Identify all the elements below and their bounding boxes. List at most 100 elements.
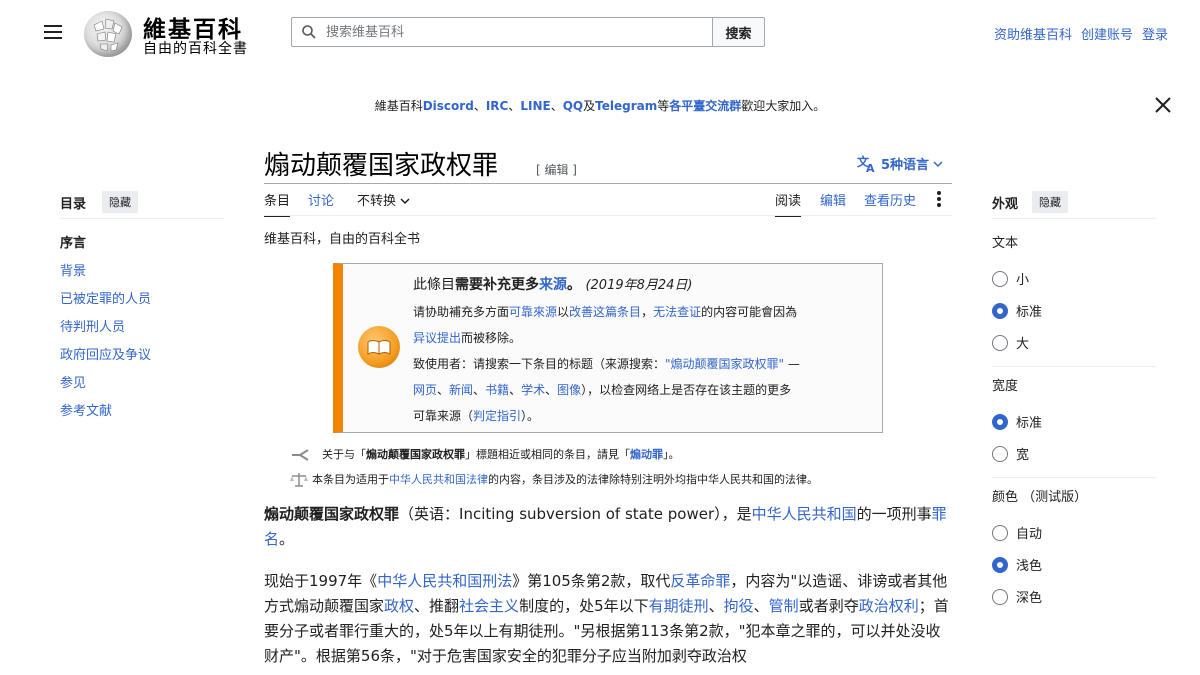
hatnote-text: 的内容，条目涉及的法律除特别注明外均指中华人民共和国的法律。 (488, 473, 818, 486)
hatnote-text: 」標題相近或相同的条目，請見「 (465, 448, 630, 461)
variant-dropdown[interactable]: 不转换 (357, 190, 410, 215)
edit-section-link[interactable]: [ 编辑 ] (536, 161, 577, 178)
notice-sep: 、 (508, 99, 521, 113)
toc-item[interactable]: 已被定罪的人员 (60, 288, 151, 316)
fixed-term-link[interactable]: 有期徒刑 (649, 597, 709, 615)
chevron-down-icon (933, 160, 943, 167)
main-menu-button[interactable] (44, 25, 62, 41)
qq-link[interactable]: QQ (563, 99, 583, 113)
radio[interactable] (992, 334, 1008, 351)
search-title-link[interactable]: "煽动颠覆国家政权罪" (665, 357, 784, 371)
background-paragraph: 现始于1997年《中华人民共和国刑法》第105条第2款，取代反革命罪，内容为"以… (264, 569, 952, 669)
notice-text: 維基百科 (374, 99, 423, 113)
line-link[interactable]: LINE (520, 99, 550, 113)
lead-paragraph: 煽动颠覆国家政权罪（英语：Inciting subversion of stat… (264, 502, 952, 552)
para-text: 或者剥夺 (798, 597, 859, 615)
search-web-link[interactable]: 网页 (413, 383, 437, 397)
width-wide[interactable]: 宽 (992, 444, 1029, 463)
toc-item[interactable]: 背景 (60, 260, 151, 288)
tab-read[interactable]: 阅读 (775, 190, 802, 217)
text-size-large[interactable]: 大 (992, 333, 1029, 352)
toc-item[interactable]: 参考文献 (60, 400, 151, 428)
notice-text: 及 (583, 99, 596, 113)
ambox-sep: 、 (437, 383, 450, 397)
ambox-text: 。 (567, 277, 581, 293)
radio[interactable] (992, 445, 1008, 462)
ambox-sep: 、 (473, 383, 486, 397)
detention-link[interactable]: 拘役 (724, 597, 754, 615)
notice-text: 等 (657, 99, 670, 113)
text-size-standard[interactable]: 标准 (992, 301, 1042, 320)
discord-link[interactable]: Discord (423, 99, 474, 113)
language-button[interactable]: 文 A 5种语言 (857, 154, 943, 173)
challenge-link[interactable]: 异议提出 (413, 331, 461, 345)
login-link[interactable]: 登录 (1142, 24, 1168, 43)
political-rights-link[interactable]: 政治权利 (859, 597, 919, 615)
control-link[interactable]: 管制 (769, 597, 799, 615)
ambox-text: — (784, 357, 800, 371)
irc-link[interactable]: IRC (486, 99, 509, 113)
color-light[interactable]: 浅色 (992, 555, 1042, 574)
lead-text: 的一项刑事 (856, 505, 932, 523)
close-icon[interactable] (1154, 96, 1172, 114)
tab-talk[interactable]: 讨论 (308, 190, 334, 215)
lead-text: （英语：Inciting subversion of state power），… (399, 505, 752, 523)
toc-item-intro[interactable]: 序言 (60, 232, 151, 260)
search-button[interactable]: 搜索 (713, 17, 765, 47)
radio-selected[interactable] (992, 556, 1008, 573)
incitement-link[interactable]: 煽动罪 (630, 448, 663, 461)
ambox-text: 可靠来源（ (413, 409, 474, 423)
radio[interactable] (992, 270, 1008, 287)
search-input[interactable] (324, 23, 688, 41)
lead-text: 。 (279, 530, 295, 548)
search-scholar-link[interactable]: 学术 (521, 383, 545, 397)
search-books-link[interactable]: 书籍 (485, 383, 509, 397)
radio-selected[interactable] (992, 413, 1008, 430)
color-auto[interactable]: 自动 (992, 523, 1042, 542)
regime-link[interactable]: 政权 (384, 597, 414, 615)
appearance-hide-button[interactable]: 隐藏 (1032, 191, 1068, 213)
toc-heading: 目录 (60, 197, 87, 212)
color-dark[interactable]: 深色 (992, 587, 1042, 606)
search-field[interactable] (291, 17, 713, 47)
ambox-sep: 、 (509, 383, 522, 397)
chevron-down-icon (400, 198, 410, 205)
platforms-link[interactable]: 各平臺交流群 (669, 99, 741, 113)
reliable-sources-link[interactable]: 可靠來源 (509, 305, 557, 319)
guideline-link[interactable]: 判定指引 (473, 409, 521, 423)
toc-item[interactable]: 参见 (60, 372, 151, 400)
para-text: 、推翻 (414, 597, 460, 615)
refimprove-box: 此條目需要补充更多来源。 (2019年8月24日) 请协助補充多方面可靠來源以改… (333, 263, 883, 433)
tab-article[interactable]: 条目 (264, 190, 291, 217)
ambox-text: ），以检查网络上是否存在该主题的更多 (581, 383, 792, 397)
sources-link[interactable]: 来源 (539, 277, 567, 293)
toc-item[interactable]: 待判刑人员 (60, 316, 151, 344)
criminal-law-link[interactable]: 中华人民共和国刑法 (377, 572, 512, 590)
donate-link[interactable]: 资助维基百科 (994, 24, 1072, 43)
hatnote-similar: 关于与「煽动颠覆国家政权罪」標題相近或相同的条目，請見「煽动罪」。 (290, 446, 680, 462)
search-news-link[interactable]: 新闻 (449, 383, 473, 397)
radio[interactable] (992, 588, 1008, 605)
telegram-link[interactable]: Telegram (595, 99, 657, 113)
improve-article-link[interactable]: 改善这篇条目 (569, 305, 641, 319)
create-account-link[interactable]: 创建账号 (1081, 24, 1133, 43)
more-actions-icon[interactable] (936, 190, 942, 218)
prc-law-link[interactable]: 中华人民共和国法律 (389, 473, 488, 486)
toc-hide-button[interactable]: 隐藏 (102, 191, 138, 213)
width-standard[interactable]: 标准 (992, 412, 1042, 431)
toc-item[interactable]: 政府回应及争议 (60, 344, 151, 372)
wikipedia-globe-logo[interactable] (84, 11, 132, 57)
prc-link[interactable]: 中华人民共和国 (752, 505, 857, 523)
hatnote-text: 煽动颠覆国家政权罪 (366, 448, 465, 461)
radio[interactable] (992, 524, 1008, 541)
text-size-small[interactable]: 小 (992, 269, 1029, 288)
radio-selected[interactable] (992, 302, 1008, 319)
verifiability-link[interactable]: 无法查证 (653, 305, 701, 319)
svg-text:A: A (866, 162, 875, 173)
search-images-link[interactable]: 图像 (557, 383, 581, 397)
socialism-link[interactable]: 社会主义 (459, 597, 519, 615)
tab-history[interactable]: 查看历史 (864, 190, 916, 215)
user-links: 资助维基百科 创建账号 登录 (994, 24, 1168, 43)
counter-revolution-link[interactable]: 反革命罪 (670, 572, 730, 590)
tab-edit[interactable]: 编辑 (820, 190, 846, 215)
